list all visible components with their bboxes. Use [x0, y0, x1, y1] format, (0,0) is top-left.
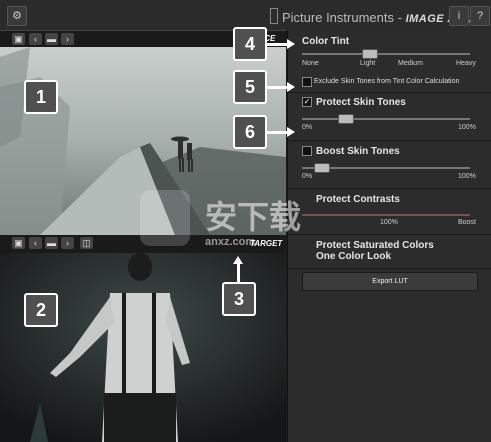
folder-icon[interactable]: ▬ — [45, 33, 58, 45]
tint-tick-light: Light — [360, 60, 376, 67]
folder-icon[interactable]: ▬ — [45, 237, 58, 249]
callout-6: 6 — [233, 115, 267, 149]
tint-tick-heavy: Heavy — [456, 60, 476, 67]
boost-skin-checkbox[interactable] — [302, 146, 312, 156]
settings-panel: Color Tint None Light Medium Heavy Exclu… — [287, 30, 491, 442]
next-icon[interactable]: › — [61, 33, 74, 45]
callout-3-arrow — [237, 262, 240, 282]
protect-skin-knob[interactable] — [338, 114, 354, 124]
color-tint-knob[interactable] — [362, 49, 378, 59]
brand-name: Picture Instruments — [282, 10, 394, 25]
tint-tick-medium: Medium — [398, 60, 423, 67]
exclude-skin-label: Exclude Skin Tones from Tint Color Calcu… — [314, 78, 460, 85]
protect-contrasts-title: Protect Contrasts — [316, 194, 400, 205]
watermark-text: 安下载 — [205, 199, 302, 235]
prev-icon[interactable]: ‹ — [29, 33, 42, 45]
callout-5: 5 — [233, 70, 267, 104]
boost-skin-section: Boost Skin Tones 0% 100% — [288, 140, 491, 189]
boost-skin-title: Boost Skin Tones — [316, 146, 400, 157]
prev-icon[interactable]: ‹ — [29, 237, 42, 249]
protect-skin-track[interactable] — [302, 118, 470, 120]
watermark-shield-icon — [140, 190, 190, 246]
protect-skin-max: 100% — [458, 124, 476, 131]
protect-contrasts-mid: 100% — [380, 219, 398, 226]
color-tint-title: Color Tint — [302, 36, 350, 47]
protect-saturated-title: Protect Saturated Colors — [316, 240, 434, 251]
callout-2: 2 — [24, 293, 58, 327]
watermark-sub: anxz.com — [205, 236, 256, 248]
protect-skin-min: 0% — [302, 124, 313, 131]
color-tint-section: Color Tint None Light Medium Heavy Exclu… — [288, 30, 491, 93]
title-separator: - — [394, 10, 406, 25]
one-color-look-title: One Color Look — [316, 251, 391, 262]
boost-skin-max: 100% — [458, 173, 476, 180]
gear-icon[interactable]: ⚙ — [7, 6, 27, 26]
callout-1: 1 — [24, 80, 58, 114]
help-icon[interactable]: ? — [470, 6, 490, 26]
callout-6-arrow — [267, 127, 295, 137]
callout-3-arrowhead — [233, 256, 243, 264]
next-icon[interactable]: › — [61, 237, 74, 249]
save-icon[interactable]: ▣ — [12, 237, 25, 249]
protect-skin-title: Protect Skin Tones — [316, 97, 406, 108]
boost-skin-knob[interactable] — [314, 163, 330, 173]
protect-saturated-section: Protect Saturated Colors One Color Look — [288, 234, 491, 269]
protect-skin-checkbox[interactable]: ✓ — [302, 97, 312, 107]
protect-contrasts-track[interactable] — [302, 214, 470, 216]
save-icon[interactable]: ▣ — [12, 33, 25, 45]
compare-icon[interactable]: ◫ — [80, 237, 93, 249]
callout-4: 4 — [233, 27, 267, 61]
protect-contrasts-section: Protect Contrasts 100% Boost — [288, 188, 491, 235]
callout-5-arrow — [267, 82, 295, 92]
protect-skin-section: ✓ Protect Skin Tones 0% 100% — [288, 92, 491, 141]
color-tint-track[interactable] — [302, 53, 470, 55]
exclude-skin-checkbox[interactable] — [302, 77, 312, 87]
boost-skin-min: 0% — [302, 173, 313, 180]
export-lut-button[interactable]: Export LUT — [302, 272, 478, 291]
brand-logo — [270, 8, 278, 24]
protect-contrasts-max: Boost — [458, 219, 476, 226]
callout-4-arrow — [267, 39, 295, 49]
info-icon[interactable]: i — [449, 6, 469, 26]
callout-3: 3 — [222, 282, 256, 316]
tint-tick-none: None — [302, 60, 319, 67]
